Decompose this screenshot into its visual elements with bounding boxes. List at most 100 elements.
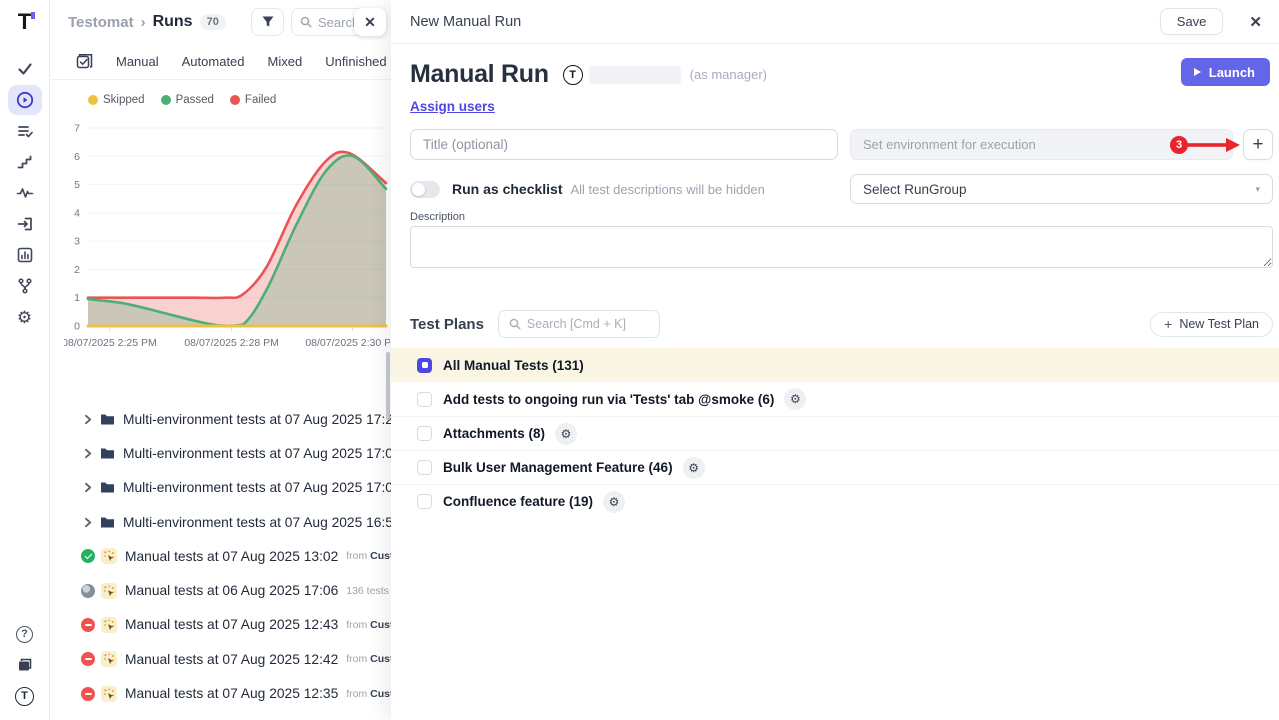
plan-checkbox[interactable] <box>417 460 432 475</box>
runs-play-icon <box>16 91 34 109</box>
plan-checkbox[interactable] <box>417 426 432 441</box>
assign-users-link[interactable]: Assign users <box>410 99 495 114</box>
legend-dot <box>88 95 98 105</box>
tab-automated[interactable]: Automated <box>182 54 245 69</box>
plan-checkbox[interactable] <box>417 392 432 407</box>
app-logo[interactable]: T <box>18 8 31 38</box>
drawer-close-icon[interactable]: ✕ <box>1245 11 1266 33</box>
chevron-right-icon[interactable] <box>83 448 93 459</box>
breadcrumb-page: Runs <box>153 13 193 31</box>
legend-item[interactable]: Skipped <box>88 94 145 106</box>
run-meta: from Custom <box>346 653 391 665</box>
logo-accent <box>31 12 35 19</box>
sidebar-item-settings[interactable]: ⚙ <box>8 302 42 332</box>
checklist-toggle[interactable] <box>410 181 440 198</box>
scrollbar-thumb[interactable] <box>386 352 390 420</box>
environment-field[interactable]: Set environment for execution 3 <box>850 129 1233 160</box>
plan-gear-button[interactable]: ⚙ <box>603 491 625 513</box>
select-all-icon[interactable] <box>76 53 93 70</box>
test-plans-search-input[interactable] <box>527 317 645 331</box>
chevron-right-icon[interactable] <box>83 414 93 425</box>
sidebar-item-runs[interactable] <box>8 85 42 115</box>
import-icon <box>16 215 34 233</box>
save-button[interactable]: Save <box>1160 8 1224 35</box>
sidebar-item-test-plans[interactable] <box>8 116 42 146</box>
sidebar-item-help[interactable]: ? <box>8 619 42 649</box>
run-row[interactable]: Manual tests at 07 Aug 2025 12:42 from Cu… <box>50 642 391 676</box>
sidebar-item-branches[interactable] <box>8 271 42 301</box>
run-meta-value: Custom <box>370 619 391 631</box>
run-row[interactable]: Manual tests at 07 Aug 2025 13:02from Cu… <box>50 539 391 573</box>
run-row[interactable]: Manual tests at 07 Aug 2025 12:43from Cu… <box>50 608 391 642</box>
folder-icon <box>100 516 115 529</box>
legend-label: Passed <box>176 94 214 106</box>
plan-checkbox[interactable] <box>417 494 432 509</box>
legend-dot <box>230 95 240 105</box>
rungroup-select[interactable]: Select RunGroup ▾ <box>850 174 1273 204</box>
plan-gear-button[interactable]: ⚙ <box>555 423 577 445</box>
breadcrumb-app[interactable]: Testomat <box>68 14 134 31</box>
plan-gear-button[interactable]: ⚙ <box>683 457 705 479</box>
sidebar-item-projects[interactable] <box>8 650 42 680</box>
title-input[interactable] <box>410 129 838 160</box>
svg-text:2: 2 <box>74 264 80 276</box>
tab-unfinished[interactable]: Unfinished <box>325 54 386 69</box>
plan-gear-button[interactable]: ⚙ <box>784 388 806 410</box>
test-plan-row[interactable]: Bulk User Management Feature (46)⚙ <box>391 450 1279 484</box>
run-folder-row[interactable]: Multi-environment tests at 07 Aug 2025 1… <box>50 436 391 470</box>
run-folder-row[interactable]: Multi-environment tests at 07 Aug 2025 1… <box>50 402 391 436</box>
gear-icon: ⚙ <box>688 461 699 475</box>
search-icon <box>509 318 521 330</box>
run-meta: 136 tests <box>346 585 389 597</box>
run-folder-row[interactable]: Multi-environment tests at 07 Aug 2025 1… <box>50 505 391 539</box>
pulse-icon <box>16 184 34 202</box>
legend-item[interactable]: Passed <box>161 94 214 106</box>
new-test-plan-button[interactable]: + New Test Plan <box>1150 312 1273 337</box>
sidebar-item-profile[interactable]: T <box>8 681 42 711</box>
add-environment-button[interactable]: + <box>1243 129 1273 160</box>
run-label: Manual tests at 07 Aug 2025 12:42 <box>125 652 338 667</box>
drawer-header: New Manual Run Save ✕ <box>391 0 1279 44</box>
runs-count-badge: 70 <box>200 14 226 30</box>
chevron-right-icon[interactable] <box>83 482 93 493</box>
test-plans-search[interactable] <box>498 310 660 338</box>
checklist-help: All test descriptions will be hidden <box>571 182 765 197</box>
test-plan-row[interactable]: Attachments (8)⚙ <box>391 416 1279 450</box>
run-row[interactable] <box>50 711 391 720</box>
legend-label: Skipped <box>103 94 145 106</box>
run-row[interactable]: Manual tests at 06 Aug 2025 17:06 136 tes… <box>50 573 391 607</box>
run-label: Manual tests at 06 Aug 2025 17:06 <box>125 583 338 598</box>
run-row[interactable]: Manual tests at 07 Aug 2025 12:35from Cu… <box>50 676 391 710</box>
test-plan-row[interactable]: Add tests to ongoing run via 'Tests' tab… <box>391 382 1279 416</box>
sidebar-item-reports[interactable] <box>8 240 42 270</box>
chevron-right-icon[interactable] <box>83 517 93 528</box>
tab-mixed[interactable]: Mixed <box>268 54 303 69</box>
legend-dot <box>161 95 171 105</box>
launch-button[interactable]: Launch <box>1181 58 1270 86</box>
description-textarea[interactable] <box>410 226 1273 268</box>
check-icon <box>16 60 34 78</box>
folder-icon <box>100 413 115 426</box>
tab-manual[interactable]: Manual <box>116 54 159 69</box>
sidebar-item-import[interactable] <box>8 209 42 239</box>
help-icon: ? <box>16 626 33 643</box>
run-title-row: Manual Run T (as manager) Launch <box>410 60 1269 89</box>
manual-run-icon <box>101 617 117 633</box>
sidebar-item-milestones[interactable] <box>8 147 42 177</box>
panel-close-button[interactable]: ✕ <box>354 8 386 36</box>
search-icon <box>300 16 312 28</box>
run-folder-row[interactable]: Multi-environment tests at 07 Aug 2025 1… <box>50 471 391 505</box>
filter-funnel-icon <box>261 15 275 29</box>
filter-button[interactable] <box>251 8 284 36</box>
description-label: Description <box>410 211 1273 223</box>
legend-item[interactable]: Failed <box>230 94 276 106</box>
sidebar-item-results[interactable] <box>8 54 42 84</box>
annotation-arrow-icon <box>1186 137 1240 153</box>
test-plan-row[interactable]: Confluence feature (19)⚙ <box>391 484 1279 518</box>
sidebar-item-pulse[interactable] <box>8 178 42 208</box>
svg-text:08/07/2025 2:30 PM: 08/07/2025 2:30 PM <box>305 337 390 349</box>
test-plan-row[interactable]: All Manual Tests (131) <box>391 348 1279 382</box>
plan-checkbox[interactable] <box>417 358 432 373</box>
app-root: T <box>0 0 1279 720</box>
environment-group: Set environment for execution 3 + <box>850 129 1273 160</box>
